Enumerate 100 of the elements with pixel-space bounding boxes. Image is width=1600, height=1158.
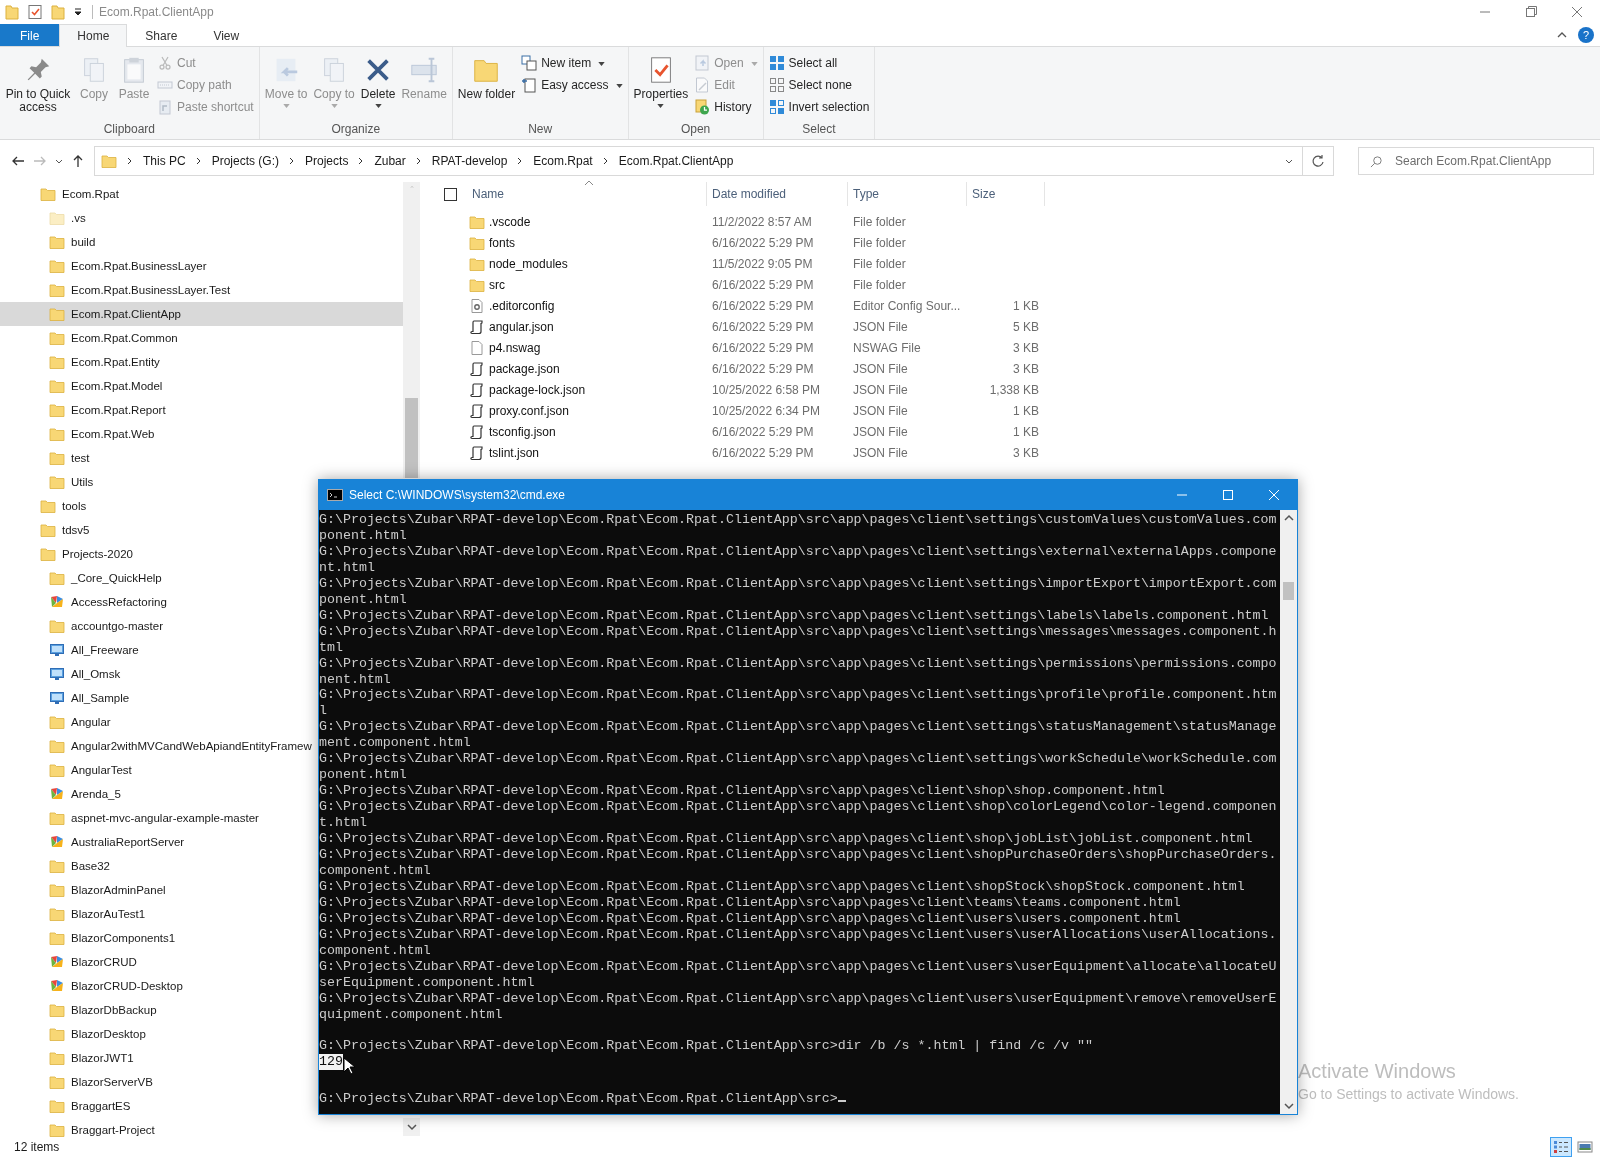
tree-item[interactable]: AngularTest: [0, 758, 132, 782]
file-row[interactable]: node_modules 11/5/2022 9:05 PM File folder: [438, 253, 1600, 274]
chevron-down-icon[interactable]: [1283, 1102, 1294, 1110]
tree-item[interactable]: _Core_QuickHelp: [0, 566, 162, 590]
ribbon-button[interactable]: Pin to Quick access: [3, 49, 73, 121]
breadcrumb[interactable]: Ecom.Rpat: [533, 154, 593, 168]
tree-item[interactable]: AccessRefactoring: [0, 590, 167, 614]
select-all-checkbox[interactable]: [444, 187, 457, 201]
breadcrumb[interactable]: Zubar: [374, 154, 406, 168]
ribbon-button[interactable]: New folder: [455, 49, 518, 121]
file-row[interactable]: tsconfig.json 6/16/2022 5:29 PM JSON File 1 KB: [438, 421, 1600, 442]
tree-item[interactable]: .vs: [0, 206, 86, 230]
table-cell-text: 5 KB: [1012, 319, 1040, 334]
tree-item[interactable]: BlazorCRUD: [0, 950, 137, 974]
ribbon-tab[interactable]: View: [195, 24, 258, 46]
caret-icon: [374, 104, 382, 108]
folder-icon: [49, 1026, 65, 1042]
file-row[interactable]: package-lock.json 10/25/2022 6:58 PM JSON File 1,338 KB: [438, 379, 1600, 400]
grid-icon: [768, 77, 785, 93]
tree-item[interactable]: BlazorJWT1: [0, 1046, 134, 1070]
details-view-button[interactable]: [1550, 1137, 1572, 1157]
tree-item[interactable]: Utils: [0, 470, 94, 494]
ribbon-button[interactable]: Delete: [358, 49, 398, 121]
refresh-button[interactable]: [1303, 146, 1334, 176]
tree-item[interactable]: Ecom.Rpat.Common: [0, 326, 178, 350]
file-row[interactable]: src 6/16/2022 5:29 PM File folder: [438, 274, 1600, 295]
file-row[interactable]: .editorconfig 6/16/2022 5:29 PM Editor Config Sour... 1 KB: [438, 295, 1600, 316]
file-row[interactable]: package.json 6/16/2022 5:29 PM JSON File 3 KB: [438, 358, 1600, 379]
tree-item[interactable]: AustraliaReportServer: [0, 830, 185, 854]
search-field[interactable]: Search Ecom.Rpat.ClientApp: [1358, 147, 1594, 175]
tree-item[interactable]: tdsv5: [0, 518, 90, 542]
file-row[interactable]: angular.json 6/16/2022 5:29 PM JSON File 5 KB: [438, 316, 1600, 337]
tree-item[interactable]: Ecom.Rpat.Entity: [0, 350, 160, 374]
ribbon-button[interactable]: Select all: [768, 54, 870, 72]
scrollbar[interactable]: [1280, 510, 1297, 1114]
ribbon-button[interactable]: Invert selection: [768, 98, 870, 116]
tree-item[interactable]: Ecom.Rpat.ClientApp: [0, 302, 403, 326]
breadcrumb[interactable]: RPAT-develop: [431, 154, 508, 168]
tree-item[interactable]: Ecom.Rpat.Report: [0, 398, 166, 422]
file-row[interactable]: tslint.json 6/16/2022 5:29 PM JSON File 3 KB: [438, 442, 1600, 463]
breadcrumb[interactable]: This PC: [143, 154, 186, 168]
tree-item[interactable]: Base32: [0, 854, 110, 878]
tree-item[interactable]: Angular2withMVCandWebApiandEntityFramew: [0, 734, 312, 758]
tree-item[interactable]: build: [0, 230, 96, 254]
scrollbar-thumb[interactable]: [405, 398, 418, 478]
scroll-down-button[interactable]: [403, 1118, 420, 1136]
address-bar[interactable]: This PC Projects (G:) Projects Zubar RPAT-develop Ecom.Rpat Ecom.Rpat.ClientApp: [94, 146, 1303, 176]
checklist-icon[interactable]: [27, 4, 43, 20]
breadcrumb[interactable]: Projects: [305, 154, 349, 168]
ribbon-button[interactable]: Easy access: [521, 76, 623, 94]
ribbon-tab[interactable]: Share: [127, 24, 196, 46]
tree-item[interactable]: BlazorCRUD-Desktop: [0, 974, 183, 998]
file-row[interactable]: .vscode 11/2/2022 8:57 AM File folder: [438, 211, 1600, 232]
tree-item[interactable]: All_Sample: [0, 686, 130, 710]
tree-item[interactable]: tools: [0, 494, 87, 518]
breadcrumb[interactable]: Projects (G:): [211, 154, 280, 168]
tree-item[interactable]: All_Omsk: [0, 662, 121, 686]
tree-item[interactable]: All_Freeware: [0, 638, 139, 662]
ribbon-button[interactable]: Properties: [631, 49, 691, 121]
tree-item[interactable]: Ecom.Rpat: [0, 182, 119, 206]
tree-item[interactable]: aspnet-mvc-angular-example-master: [0, 806, 259, 830]
column-header[interactable]: Date modified: [707, 182, 848, 206]
file-row[interactable]: fonts 6/16/2022 5:29 PM File folder: [438, 232, 1600, 253]
tree-item[interactable]: Ecom.Rpat.Web: [0, 422, 155, 446]
tree-item[interactable]: Arenda_5: [0, 782, 121, 806]
ribbon-tab[interactable]: Home: [59, 24, 128, 47]
scrollbar[interactable]: [403, 182, 420, 478]
network-drive-icon: [49, 642, 65, 658]
tree-item[interactable]: Projects-2020: [0, 542, 133, 566]
tree-item[interactable]: test: [0, 446, 90, 470]
help-icon[interactable]: ?: [1578, 27, 1594, 43]
chevron-up-icon[interactable]: [1283, 514, 1294, 522]
tree-item[interactable]: BlazorAuTest1: [0, 902, 146, 926]
tree-item[interactable]: BraggartES: [0, 1094, 131, 1118]
tree-item[interactable]: Ecom.Rpat.BusinessLayer.Test: [0, 278, 231, 302]
tree-item[interactable]: BlazorServerVB: [0, 1070, 153, 1094]
tree-item[interactable]: BlazorDesktop: [0, 1022, 146, 1046]
file-menu-tab[interactable]: File: [0, 24, 60, 46]
tree-item[interactable]: Angular: [0, 710, 111, 734]
console-line: G:\Projects\Zubar\RPAT-develop\Ecom.Rpat\Ecom.Rpat.ClientApp\src>: [319, 1091, 1277, 1108]
file-row[interactable]: proxy.conf.json 10/25/2022 6:34 PM JSON File 1 KB: [438, 400, 1600, 421]
tree-item[interactable]: BlazorComponents1: [0, 926, 176, 950]
table-cell-text: JSON File: [852, 319, 909, 334]
tree-item[interactable]: BlazorAdminPanel: [0, 878, 166, 902]
column-header[interactable]: Name: [467, 182, 707, 206]
scrollbar-thumb[interactable]: [1283, 582, 1294, 600]
column-header[interactable]: Type: [848, 182, 967, 206]
ribbon-button[interactable]: History: [694, 98, 758, 116]
table-cell-text: 6/16/2022 5:29 PM: [711, 319, 815, 334]
ribbon-button[interactable]: New item: [521, 54, 623, 72]
dropdown-icon[interactable]: [73, 7, 83, 17]
tree-item[interactable]: BlazorDbBackup: [0, 998, 157, 1022]
ribbon-button[interactable]: Select none: [768, 76, 870, 94]
tree-item[interactable]: Ecom.Rpat.BusinessLayer: [0, 254, 207, 278]
tree-item[interactable]: accountgo-master: [0, 614, 164, 638]
tree-item[interactable]: Braggart-Project: [0, 1118, 155, 1142]
file-row[interactable]: p4.nswag 6/16/2022 5:29 PM NSWAG File 3 KB: [438, 337, 1600, 358]
tree-item[interactable]: Ecom.Rpat.Model: [0, 374, 163, 398]
breadcrumb[interactable]: Ecom.Rpat.ClientApp: [618, 154, 734, 168]
column-header[interactable]: Size: [967, 182, 1045, 206]
